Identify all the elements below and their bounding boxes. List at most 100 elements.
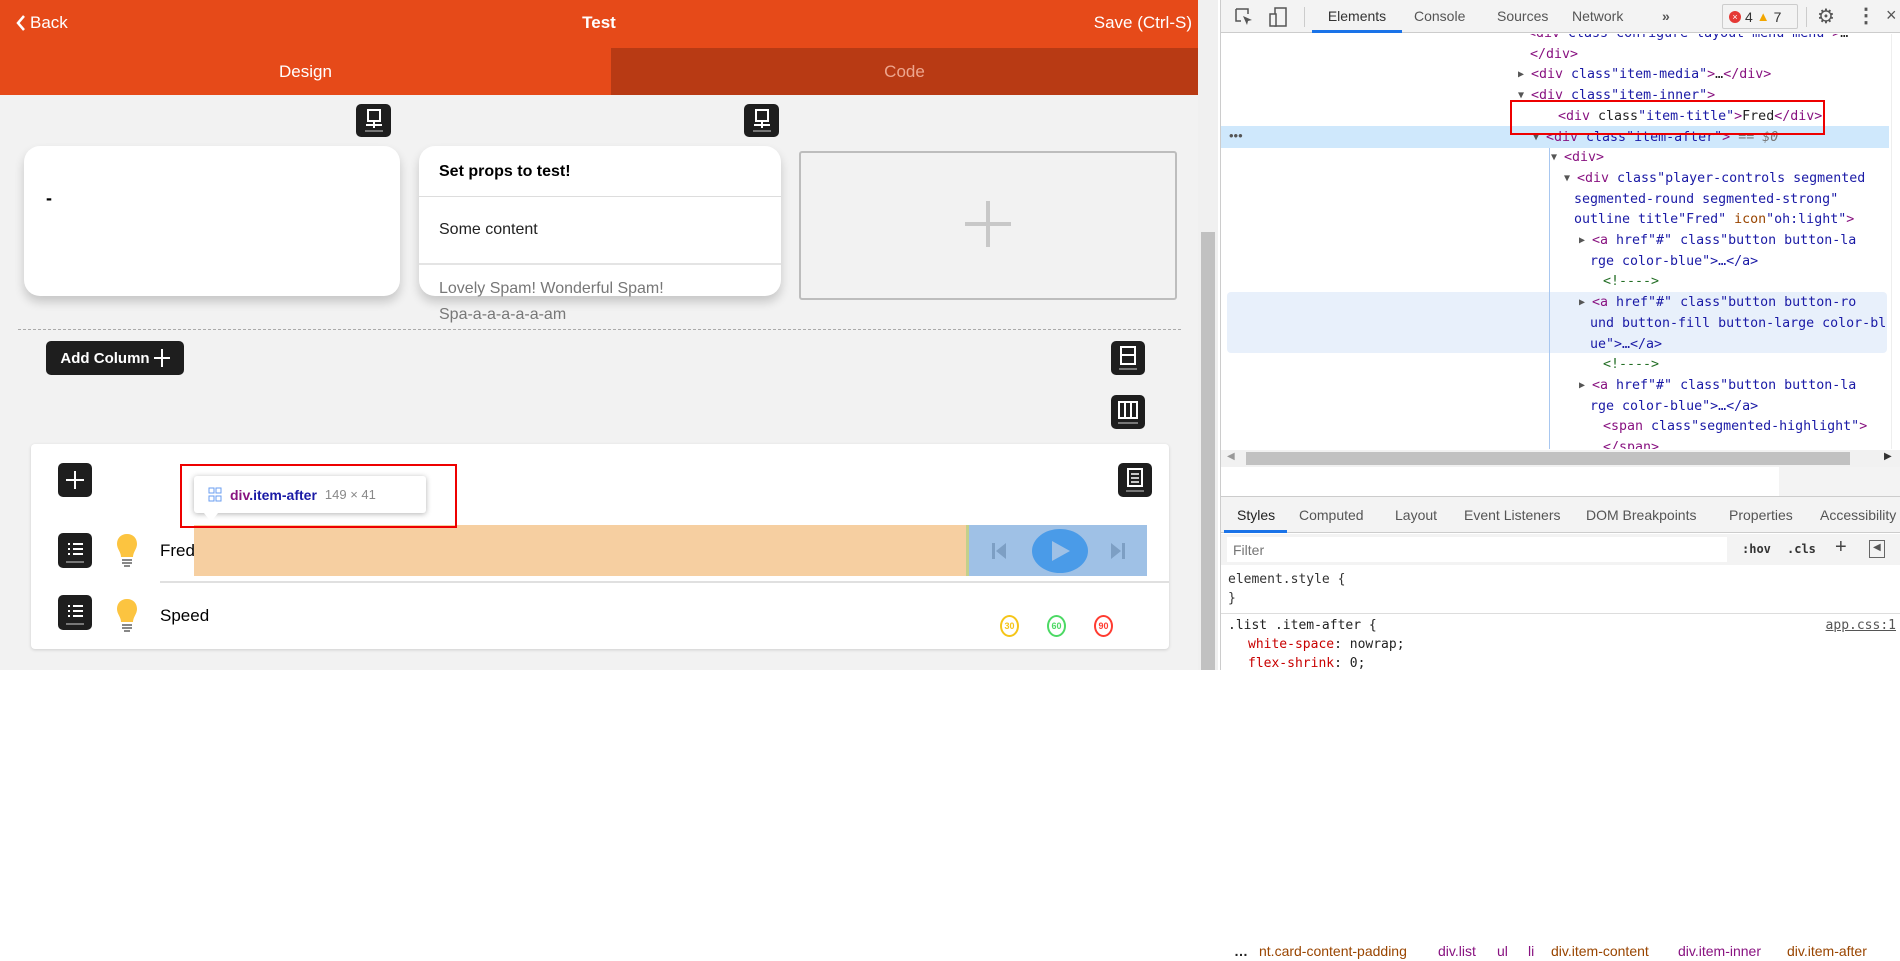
expand-triangle-icon[interactable]: ▼: [1551, 147, 1557, 168]
inspect-element-icon[interactable]: [1235, 8, 1253, 26]
skip-next-icon[interactable]: [1111, 543, 1125, 559]
more-options-icon[interactable]: ⋮: [1856, 3, 1876, 28]
expand-triangle-icon[interactable]: ▶: [1579, 230, 1585, 251]
expand-triangle-icon[interactable]: ▶: [1579, 292, 1585, 313]
expand-triangle-icon[interactable]: ▼: [1564, 168, 1570, 189]
style-property[interactable]: white-space: nowrap;: [1228, 635, 1896, 654]
dom-node-line[interactable]: ▶ <a href"#" class"button button-la: [1579, 375, 1856, 396]
selected-crumb-bg: [1779, 467, 1900, 496]
tab-bar: Design Code: [0, 48, 1198, 95]
styles-tab-styles[interactable]: Styles: [1237, 499, 1275, 531]
style-property[interactable]: flex-shrink: 0;: [1228, 654, 1896, 673]
styles-tab-dom-breakpoints[interactable]: DOM Breakpoints: [1586, 499, 1696, 531]
scrollbar-thumb[interactable]: [1246, 452, 1850, 465]
dom-node-line[interactable]: ▼ <div class"player-controls segmented: [1564, 168, 1865, 189]
dom-node-line[interactable]: ▶ <a href"#" class"button button-la: [1579, 230, 1856, 251]
save-button[interactable]: Save (Ctrl-S): [1094, 13, 1192, 33]
tab-design[interactable]: Design: [0, 48, 611, 95]
tab-console[interactable]: Console: [1414, 0, 1465, 33]
breadcrumb-item[interactable]: div.item-inner: [1678, 941, 1761, 961]
add-item-button[interactable]: [58, 463, 92, 497]
dom-node-line[interactable]: ▶ <a href"#" class"button button-ro: [1579, 292, 1856, 313]
styles-tab-layout[interactable]: Layout: [1395, 499, 1437, 531]
styles-filter-input[interactable]: [1227, 537, 1727, 562]
dom-node-line[interactable]: <!---->: [1603, 354, 1659, 375]
gear-icon[interactable]: ⚙: [1817, 4, 1835, 29]
tab-code[interactable]: Code: [611, 48, 1198, 95]
active-tab-indicator: [1312, 30, 1402, 33]
issues-counter[interactable]: × 4 ▲ 7: [1722, 4, 1798, 29]
tab-sources[interactable]: Sources: [1497, 0, 1548, 33]
skip-previous-icon[interactable]: [992, 543, 1006, 559]
breadcrumb-item[interactable]: div.item-content: [1551, 941, 1649, 961]
dom-node-line[interactable]: <span class"segmented-highlight">: [1603, 416, 1867, 437]
breadcrumb-item[interactable]: li: [1528, 941, 1534, 961]
widget-config-button[interactable]: [744, 104, 779, 137]
dom-node-line[interactable]: und button-fill button-large color-bl: [1590, 313, 1886, 334]
speed-30-button[interactable]: 30: [1000, 615, 1019, 637]
breadcrumb-item[interactable]: div.item-after: [1787, 941, 1867, 961]
more-tabs-button[interactable]: »: [1662, 0, 1670, 33]
toggle-sidebar-icon[interactable]: ◀: [1869, 540, 1885, 558]
widget-config-button[interactable]: [356, 104, 391, 137]
expand-triangle-icon[interactable]: ▶: [1518, 64, 1524, 85]
dom-node-line[interactable]: <div class"configure-layout-menu menu">…: [1528, 34, 1848, 44]
new-style-rule-button[interactable]: +: [1835, 536, 1847, 559]
device-toolbar-icon[interactable]: [1269, 7, 1287, 27]
expand-triangle-icon[interactable]: ▶: [1579, 375, 1585, 396]
breadcrumb-item[interactable]: div.list: [1438, 941, 1476, 961]
dom-node-line[interactable]: rge color-blue">…</a>: [1590, 251, 1758, 272]
breadcrumb-item[interactable]: ul: [1497, 941, 1508, 961]
add-widget-placeholder[interactable]: [799, 151, 1177, 300]
columns-layout-button[interactable]: [1111, 395, 1145, 429]
styles-tab-event-listeners[interactable]: Event Listeners: [1464, 499, 1561, 531]
dom-node-line[interactable]: ▼ <div>: [1551, 147, 1604, 168]
divider: [160, 581, 1169, 583]
play-button[interactable]: [1032, 529, 1088, 573]
styles-tab-accessibility[interactable]: Accessibility: [1820, 499, 1896, 531]
cls-toggle[interactable]: .cls: [1787, 542, 1816, 556]
error-count: 4: [1745, 8, 1753, 25]
styles-tab-properties[interactable]: Properties: [1729, 499, 1793, 531]
add-column-button[interactable]: Add Column: [46, 341, 184, 375]
item-title: Speed: [160, 606, 210, 625]
style-rule[interactable]: .list .item-after { app.css:1 white-spac…: [1228, 616, 1896, 673]
styles-tab-computed[interactable]: Computed: [1299, 499, 1364, 531]
vertical-scrollbar[interactable]: [1891, 34, 1900, 449]
dom-node-line[interactable]: outline title"Fred" icon"oh:light">: [1574, 209, 1854, 230]
lightbulb-icon: [117, 534, 137, 567]
dom-node-line[interactable]: ▶ <div class"item-media">…</div>: [1518, 64, 1771, 85]
element-style-selector: element.style {: [1228, 572, 1346, 587]
scroll-right-icon[interactable]: ▶: [1884, 451, 1892, 462]
breadcrumb-item[interactable]: …: [1234, 941, 1248, 961]
element-style-rule[interactable]: element.style { }: [1228, 570, 1345, 608]
plus-icon: [66, 471, 84, 489]
plus-icon: [965, 201, 1011, 247]
tab-network[interactable]: Network: [1572, 0, 1623, 33]
speed-90-button[interactable]: 90: [1094, 615, 1113, 637]
scroll-left-icon[interactable]: ◀: [1227, 451, 1235, 462]
list-settings-button[interactable]: [1118, 463, 1152, 497]
dom-node-line[interactable]: <!---->: [1603, 271, 1659, 292]
item-menu-button[interactable]: [58, 595, 92, 630]
dom-node-line[interactable]: rge color-blue">…</a>: [1590, 396, 1758, 417]
dom-node-line[interactable]: </span>: [1603, 437, 1659, 449]
add-row-button[interactable]: [1111, 341, 1145, 375]
dom-tree: ••• <div class"configure-layout-menu men…: [1221, 34, 1889, 449]
tab-elements[interactable]: Elements: [1312, 0, 1402, 33]
speed-60-button[interactable]: 60: [1047, 615, 1066, 637]
node-actions-icon[interactable]: •••: [1229, 128, 1243, 143]
item-menu-button[interactable]: [58, 533, 92, 568]
rule-source-link[interactable]: app.css:1: [1826, 616, 1896, 635]
widget-card[interactable]: -: [24, 146, 400, 296]
breadcrumb-item[interactable]: nt.card-content-padding: [1259, 941, 1407, 961]
hov-toggle[interactable]: :hov: [1742, 542, 1771, 556]
scrollbar-thumb[interactable]: [1201, 232, 1215, 670]
dom-node-line[interactable]: ue">…</a>: [1590, 334, 1662, 355]
dom-node-line[interactable]: segmented-round segmented-strong": [1574, 189, 1838, 210]
close-icon[interactable]: ×: [1886, 5, 1897, 26]
test-card[interactable]: Set props to test! Some content Lovely S…: [419, 146, 781, 323]
dom-node-line[interactable]: </div>: [1530, 44, 1578, 65]
scrollbar[interactable]: [1198, 0, 1218, 670]
horizontal-scrollbar[interactable]: ◀ ▶: [1221, 450, 1900, 467]
